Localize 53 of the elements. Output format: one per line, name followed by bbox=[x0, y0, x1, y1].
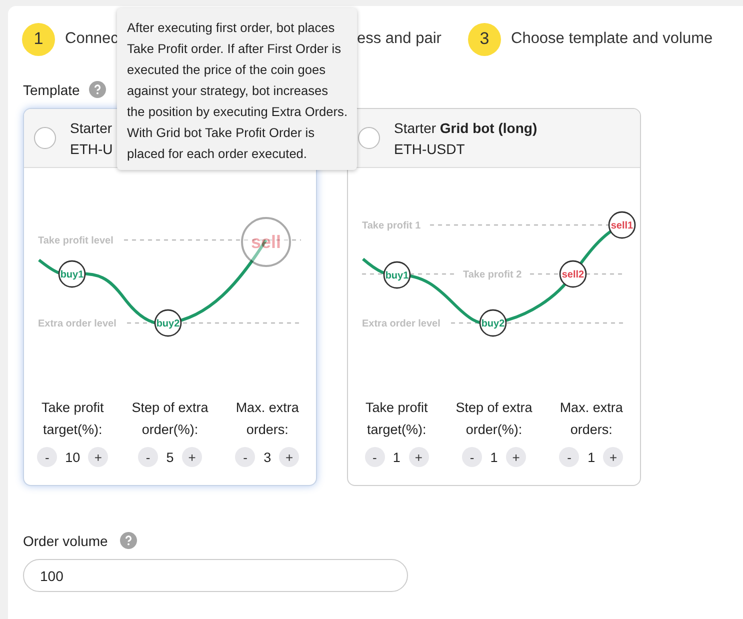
step-label: Choose template and volume bbox=[511, 30, 713, 48]
param-label: Max. extra orders: bbox=[234, 399, 300, 439]
param-value: 5 bbox=[166, 450, 174, 464]
order-marker: buy2 bbox=[154, 309, 182, 337]
plus-button[interactable]: + bbox=[506, 447, 526, 467]
order-marker: buy1 bbox=[58, 260, 86, 288]
step-label: Connec bbox=[65, 30, 118, 48]
pair-label: ETH-USDT bbox=[394, 140, 466, 156]
param-label: Max. extra orders: bbox=[558, 399, 624, 439]
param-value: 10 bbox=[65, 450, 80, 464]
minus-button[interactable]: - bbox=[559, 447, 580, 467]
param-label: Step of extra order(%): bbox=[454, 399, 534, 439]
radio-button[interactable] bbox=[34, 127, 56, 149]
plus-button[interactable]: + bbox=[88, 447, 108, 467]
template-title: Starter Grid bot (long) bbox=[394, 120, 538, 136]
param-value: 1 bbox=[490, 450, 498, 464]
order-marker: buy2 bbox=[479, 309, 507, 337]
param-label: Take profit target(%): bbox=[364, 399, 429, 439]
level-label: Extra order level bbox=[38, 318, 116, 330]
order-marker: sell1 bbox=[608, 211, 636, 239]
step-number: 3 bbox=[468, 22, 501, 56]
template-title: Starter bbox=[70, 120, 113, 136]
plus-button[interactable]: + bbox=[279, 447, 300, 467]
order-marker: sell2 bbox=[559, 260, 587, 288]
order-marker: buy1 bbox=[383, 261, 411, 289]
radio-button[interactable] bbox=[358, 127, 380, 149]
minus-button[interactable]: - bbox=[364, 447, 385, 467]
level-label: Extra order level bbox=[362, 318, 440, 330]
plus-button[interactable]: + bbox=[182, 447, 202, 467]
minus-button[interactable]: - bbox=[138, 447, 158, 467]
param-value: 1 bbox=[587, 450, 596, 464]
order-marker: sell bbox=[241, 217, 291, 267]
template-label: Template bbox=[23, 82, 80, 98]
param-value: 3 bbox=[263, 450, 272, 464]
param-label: Take profit target(%): bbox=[40, 399, 105, 439]
minus-button[interactable]: - bbox=[462, 447, 482, 467]
minus-button[interactable]: - bbox=[37, 447, 58, 467]
param-value: 1 bbox=[392, 450, 401, 464]
plus-button[interactable]: + bbox=[603, 447, 624, 467]
tooltip: After executing first order, bot places Take Profit order. If after First Order is executed the price of the coin goes against your strategy, bot increases the position by executing Extra Orders. With Grid bot Take Profit Order is placed for each order executed. bbox=[117, 8, 357, 170]
order-volume-label: Order volume bbox=[23, 532, 108, 548]
level-label: Take profit 1 bbox=[362, 220, 421, 232]
pair-label: ETH-U bbox=[70, 140, 113, 156]
order-volume-field[interactable]: 100 bbox=[23, 559, 408, 592]
level-label: Take profit 2 bbox=[463, 270, 522, 280]
help-icon[interactable] bbox=[120, 532, 137, 549]
plus-button[interactable]: + bbox=[408, 447, 429, 467]
help-icon[interactable] bbox=[88, 81, 106, 98]
param-label: Step of extra order(%): bbox=[130, 399, 210, 439]
level-label: Take profit level bbox=[38, 236, 114, 246]
step-label: ess and pair bbox=[357, 30, 442, 48]
minus-button[interactable]: - bbox=[235, 447, 256, 467]
step-number: 1 bbox=[22, 22, 55, 56]
